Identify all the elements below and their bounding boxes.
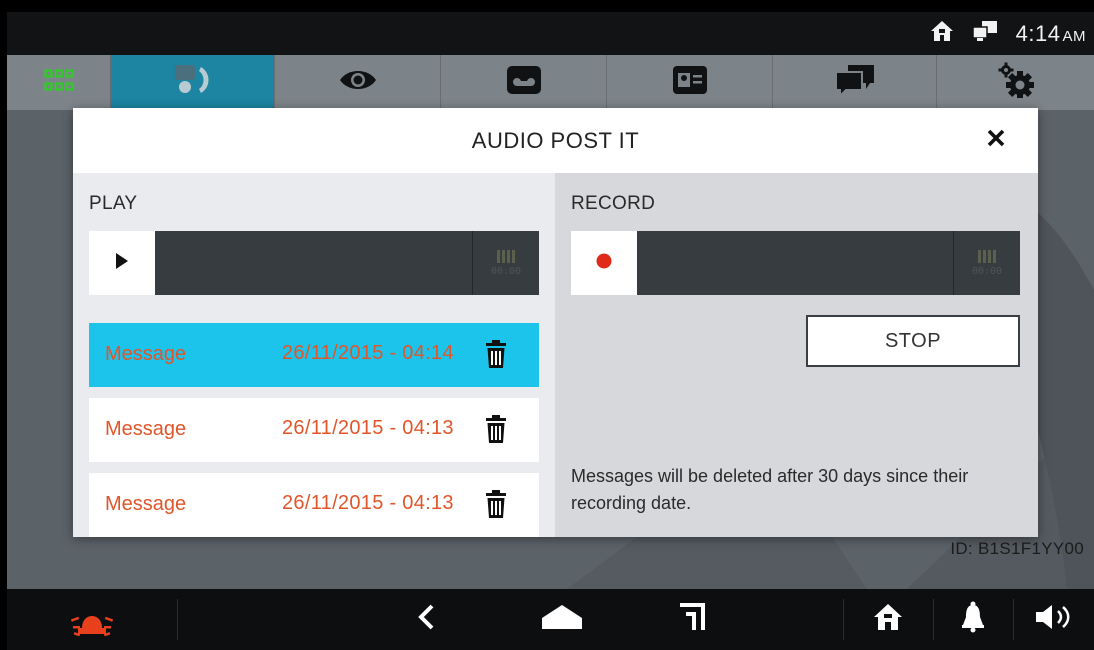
- record-time: 00:00: [971, 265, 1003, 277]
- home-button[interactable]: [843, 589, 933, 650]
- message-date: 26/11/2015 - 04:13: [282, 417, 454, 439]
- play-panel: PLAY 00:00 Message 26/11/2015 - 04:14 Me…: [73, 173, 555, 537]
- network-icon: [971, 20, 998, 47]
- apps-grid-icon: [43, 69, 74, 96]
- message-name: Message: [105, 418, 187, 440]
- home-icon: [872, 602, 904, 637]
- contact-card-icon: [672, 65, 708, 100]
- record-counter: 00:00: [953, 231, 1020, 295]
- tab-messages[interactable]: [773, 55, 937, 110]
- audio-post-it-dialog: AUDIO POST IT PLAY 00:00 Message 26/11/2…: [73, 108, 1038, 537]
- play-button[interactable]: [89, 231, 155, 295]
- settings-icon: [998, 62, 1034, 103]
- close-icon: [986, 128, 1006, 153]
- back-button[interactable]: [387, 589, 467, 650]
- volume-icon: [1034, 603, 1074, 636]
- trash-icon[interactable]: [485, 414, 507, 444]
- status-bar: 4:14 AM: [7, 12, 1094, 55]
- record-panel: RECORD 00:00 STOP Messages will be delet…: [555, 173, 1038, 537]
- device-id: ID: B1S1F1YY00: [950, 539, 1084, 558]
- close-button[interactable]: [982, 126, 1010, 154]
- play-track: 00:00: [89, 231, 539, 295]
- message-date: 26/11/2015 - 04:14: [282, 342, 454, 364]
- message-name: Message: [105, 343, 187, 365]
- message-date: 26/11/2015 - 04:13: [282, 492, 454, 514]
- message-name: Message: [105, 493, 187, 515]
- play-time: 00:00: [490, 265, 522, 277]
- alarm-button[interactable]: [7, 589, 177, 650]
- alarm-icon: [70, 598, 114, 641]
- voicemail-icon: [506, 65, 542, 100]
- status-time: 4:14 AM: [1015, 20, 1086, 46]
- tab-settings[interactable]: [937, 55, 1094, 110]
- top-nav: [7, 55, 1094, 110]
- level-bars-icon: [497, 249, 515, 263]
- tab-voicemail[interactable]: [441, 55, 607, 110]
- stop-button[interactable]: STOP: [806, 315, 1020, 367]
- volume-button[interactable]: [1013, 589, 1094, 650]
- retention-note: Messages will be deleted after 30 days s…: [571, 466, 969, 513]
- recents-icon: [678, 602, 706, 637]
- message-row[interactable]: Message 26/11/2015 - 04:13: [89, 398, 539, 462]
- intercom-call-icon: [173, 63, 213, 102]
- bell-icon: [960, 601, 986, 638]
- dialog-title: AUDIO POST IT: [471, 128, 640, 153]
- tab-camera[interactable]: [275, 55, 441, 110]
- back-icon: [417, 604, 437, 635]
- home-status-icon: [930, 20, 954, 47]
- play-counter: 00:00: [472, 231, 539, 295]
- status-right: 4:14 AM: [930, 12, 1086, 55]
- trash-icon[interactable]: [485, 339, 507, 369]
- level-bars-icon: [978, 249, 996, 263]
- play-icon: [115, 252, 129, 275]
- recents-button[interactable]: [652, 589, 732, 650]
- eye-icon: [338, 67, 378, 98]
- home-shape-icon: [541, 604, 583, 635]
- home-shape-button[interactable]: [522, 589, 602, 650]
- record-button[interactable]: [571, 231, 637, 295]
- device-screen: 4:14 AM ID: B1S1F1YY00 AUDIO POST IT PLA…: [7, 12, 1094, 650]
- message-row[interactable]: Message 26/11/2015 - 04:14: [89, 323, 539, 387]
- record-label: RECORD: [571, 193, 656, 214]
- record-icon: [596, 253, 612, 274]
- trash-icon[interactable]: [485, 489, 507, 519]
- tab-contacts[interactable]: [607, 55, 773, 110]
- messages-icon: [834, 63, 876, 102]
- bottom-nav: [7, 589, 1094, 650]
- apps-grid-button[interactable]: [7, 55, 111, 110]
- play-label: PLAY: [89, 193, 138, 214]
- message-row[interactable]: Message 26/11/2015 - 04:13: [89, 473, 539, 537]
- record-track: 00:00: [571, 231, 1020, 295]
- dialog-header: AUDIO POST IT: [73, 108, 1038, 173]
- tab-intercom[interactable]: [111, 55, 275, 110]
- divider: [177, 599, 178, 640]
- bell-button[interactable]: [933, 589, 1013, 650]
